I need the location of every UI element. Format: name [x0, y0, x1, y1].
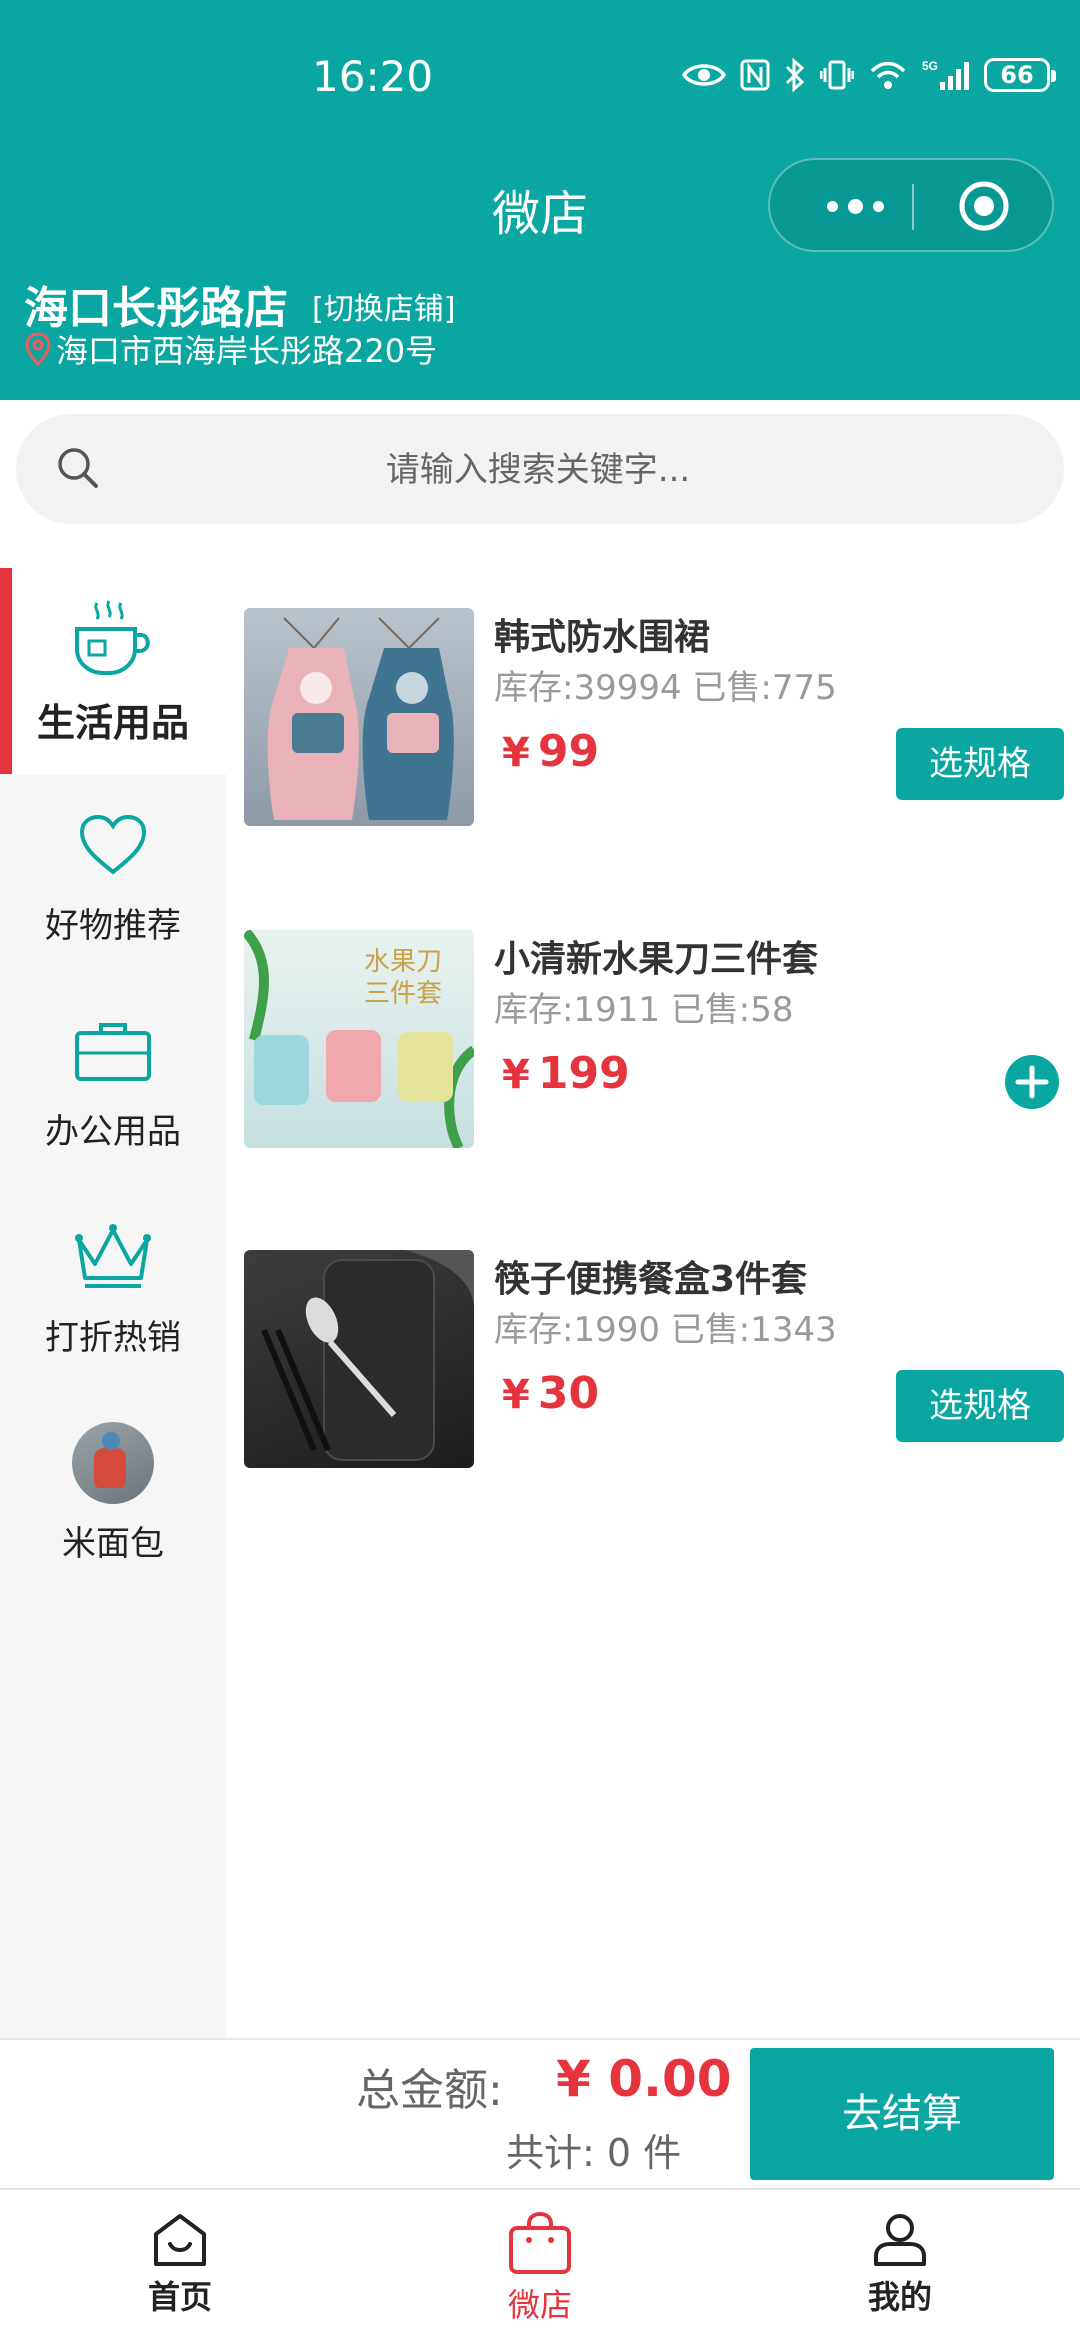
briefcase-icon	[75, 1023, 151, 1081]
search-icon	[58, 448, 98, 488]
home-icon	[154, 2214, 206, 2266]
tab-mine[interactable]: 我的	[820, 2212, 980, 2318]
tab-home[interactable]: 首页	[100, 2212, 260, 2318]
sidebar-item-recommended[interactable]: 好物推荐	[0, 774, 226, 980]
capsule-divider	[912, 184, 914, 230]
product-image[interactable]	[244, 1250, 474, 1468]
product-name: 韩式防水围裙	[494, 617, 711, 658]
product-price: ¥199	[502, 1048, 630, 1099]
tab-label: 首页	[147, 2278, 212, 2316]
product-price: ¥99	[502, 726, 600, 777]
thumb-caption: 水果刀	[364, 947, 442, 977]
select-spec-button[interactable]: 选规格	[896, 728, 1064, 800]
sidebar-item-discount-hot[interactable]: 打折热销	[0, 1186, 226, 1392]
more-options-button[interactable]	[800, 162, 910, 250]
vibrate-icon	[820, 60, 854, 90]
product-name: 小清新水果刀三件套	[494, 939, 819, 980]
sidebar-item-label: 米面包	[62, 1524, 164, 1564]
user-icon	[874, 2214, 926, 2266]
sidebar-item-label: 打折热销	[45, 1318, 181, 1358]
sidebar-item-label: 办公用品	[45, 1112, 181, 1152]
shopping-bag-icon	[509, 2212, 571, 2274]
battery-icon: 66	[984, 58, 1056, 92]
cup-icon	[75, 600, 150, 675]
product-image[interactable]: 水果刀 三件套	[244, 930, 474, 1148]
location-pin-icon	[25, 332, 51, 366]
signal-5g-icon: 5G	[922, 59, 969, 90]
product-stock: 库存:39994 已售:775	[494, 668, 837, 708]
sidebar-item-rice-noodle-bread[interactable]: 米面包	[0, 1392, 226, 1598]
tab-bar: 首页 微店 我的	[0, 2188, 1080, 2340]
sidebar-item-label: 好物推荐	[45, 906, 181, 946]
product-image[interactable]	[244, 608, 474, 826]
heart-icon	[79, 814, 147, 875]
thumb-caption: 三件套	[364, 979, 442, 1009]
mini-program-capsule	[768, 158, 1054, 252]
search-bar[interactable]	[16, 414, 1064, 524]
category-sidebar: 生活用品 好物推荐 办公用品 打折热销 米面包	[0, 568, 226, 2038]
tab-label: 微店	[507, 2286, 572, 2324]
tab-label: 我的	[867, 2278, 932, 2316]
nfc-icon	[740, 59, 770, 91]
item-count: 共计: 0 件	[506, 2131, 682, 2175]
sidebar-item-label: 生活用品	[36, 701, 189, 745]
store-address: 海口市西海岸长彤路220号	[24, 326, 437, 372]
wifi-icon	[870, 61, 906, 89]
select-spec-button[interactable]: 选规格	[896, 1370, 1064, 1442]
crown-icon	[75, 1224, 151, 1288]
status-icons: 5G 66	[682, 58, 1056, 92]
total-label: 总金额:	[356, 2065, 503, 2116]
total-amount: ¥ 0.00	[556, 2050, 732, 2108]
cart-bar: 总金额: ¥ 0.00 共计: 0 件 去结算	[0, 2038, 1080, 2190]
product-stock: 库存:1990 已售:1343	[494, 1310, 837, 1350]
svg-text:5G: 5G	[922, 59, 938, 73]
product-name: 筷子便携餐盒3件套	[494, 1259, 808, 1300]
product-item[interactable]: 筷子便携餐盒3件套 库存:1990 已售:1343 ¥30 选规格	[244, 1250, 1064, 1468]
eye-icon	[682, 64, 726, 86]
header: 16:20 5G 66 微店 海口长彤路店 [切换店铺] 海口市西海岸长彤路22…	[0, 0, 1080, 400]
add-to-cart-icon[interactable]	[1004, 1054, 1060, 1110]
close-mini-program-icon[interactable]	[958, 180, 1010, 232]
switch-store-link[interactable]: [切换店铺]	[312, 284, 455, 328]
checkout-button[interactable]: 去结算	[750, 2048, 1054, 2180]
product-price: ¥30	[502, 1368, 600, 1419]
bluetooth-icon	[785, 58, 805, 92]
sidebar-item-office-supplies[interactable]: 办公用品	[0, 980, 226, 1186]
search-input[interactable]	[136, 434, 940, 506]
status-time: 16:20	[312, 52, 434, 101]
product-item[interactable]: 韩式防水围裙 库存:39994 已售:775 ¥99 选规格	[244, 608, 1064, 826]
category-avatar-image	[72, 1422, 154, 1504]
sidebar-item-daily-goods[interactable]: 生活用品	[0, 568, 226, 774]
address-text: 海口市西海岸长彤路220号	[56, 332, 438, 370]
product-stock: 库存:1911 已售:58	[494, 990, 794, 1030]
product-item[interactable]: 水果刀 三件套 小清新水果刀三件套 库存:1911 已售:58 ¥199	[244, 930, 1064, 1148]
tab-shop[interactable]: 微店	[460, 2212, 620, 2326]
